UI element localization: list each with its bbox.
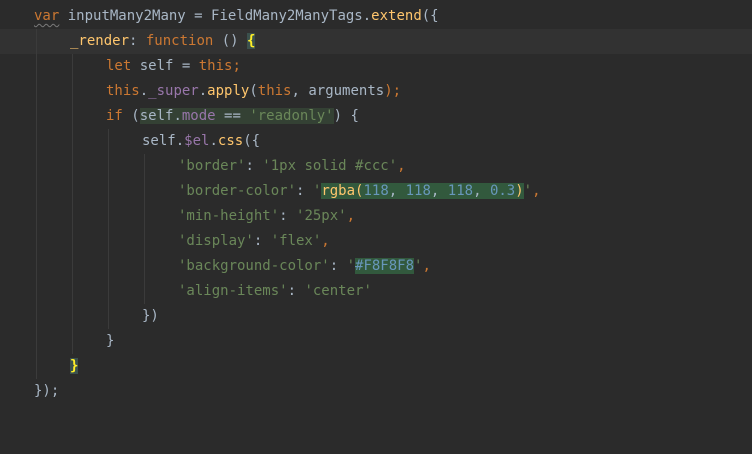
indent-guide bbox=[144, 229, 145, 254]
code-line[interactable]: }) bbox=[0, 304, 752, 329]
indent-guide bbox=[72, 104, 73, 129]
code-line[interactable]: 'background-color': '#F8F8F8', bbox=[0, 254, 752, 279]
code-line[interactable]: var inputMany2Many = FieldMany2ManyTags.… bbox=[0, 4, 752, 29]
indent-guide bbox=[144, 279, 145, 304]
indent-guide bbox=[72, 204, 73, 229]
indent-guide bbox=[144, 154, 145, 179]
code-text: }); bbox=[34, 383, 60, 399]
indent-guide bbox=[72, 179, 73, 204]
indent-guide bbox=[144, 204, 145, 229]
indent-guide bbox=[108, 179, 109, 204]
code-text: this._super.apply(this, arguments); bbox=[106, 83, 402, 99]
indent-guide bbox=[36, 29, 37, 54]
indent-guide bbox=[108, 154, 109, 179]
code-text: 'border': '1px solid #ccc', bbox=[178, 158, 406, 174]
indent-guide bbox=[36, 179, 37, 204]
code-line[interactable]: 'display': 'flex', bbox=[0, 229, 752, 254]
indent-guide bbox=[72, 304, 73, 329]
indent-guide bbox=[108, 254, 109, 279]
indent-guide bbox=[108, 304, 109, 329]
code-editor[interactable]: var inputMany2Many = FieldMany2ManyTags.… bbox=[0, 0, 752, 406]
indent-guide bbox=[36, 229, 37, 254]
code-line[interactable]: } bbox=[0, 354, 752, 379]
indent-guide bbox=[72, 54, 73, 79]
code-text: if (self.mode == 'readonly') { bbox=[106, 108, 359, 124]
code-line[interactable]: self.$el.css({ bbox=[0, 129, 752, 154]
code-text: 'min-height': '25px', bbox=[178, 208, 356, 224]
color-literal-highlight: #F8F8F8 bbox=[355, 258, 415, 274]
indent-guide bbox=[72, 254, 73, 279]
indent-guide bbox=[36, 304, 37, 329]
indent-guide bbox=[72, 229, 73, 254]
code-text: 'border-color': 'rgba(118, 118, 118, 0.3… bbox=[178, 183, 541, 199]
code-line[interactable]: 'border': '1px solid #ccc', bbox=[0, 154, 752, 179]
indent-guide bbox=[72, 329, 73, 354]
code-line[interactable]: this._super.apply(this, arguments); bbox=[0, 79, 752, 104]
indent-guide bbox=[36, 79, 37, 104]
indent-guide bbox=[72, 154, 73, 179]
code-line[interactable]: let self = this; bbox=[0, 54, 752, 79]
indent-guide bbox=[36, 329, 37, 354]
indent-guide bbox=[108, 229, 109, 254]
code-text: } bbox=[106, 333, 115, 349]
code-line[interactable]: } bbox=[0, 329, 752, 354]
code-text: 'background-color': '#F8F8F8', bbox=[178, 258, 431, 274]
matched-brace: } bbox=[70, 358, 79, 374]
indent-guide bbox=[36, 129, 37, 154]
indent-guide bbox=[72, 129, 73, 154]
indent-guide bbox=[36, 54, 37, 79]
code-text: self.$el.css({ bbox=[142, 133, 261, 149]
code-text: }) bbox=[142, 308, 159, 324]
code-text: var inputMany2Many = FieldMany2ManyTags.… bbox=[34, 8, 439, 24]
indent-guide bbox=[36, 204, 37, 229]
code-text: } bbox=[70, 354, 79, 379]
code-line[interactable]: 'align-items': 'center' bbox=[0, 279, 752, 304]
color-literal-highlight: rgba(118, 118, 118, 0.3) bbox=[321, 183, 524, 199]
matched-brace: { bbox=[247, 33, 256, 49]
indent-guide bbox=[144, 179, 145, 204]
code-line[interactable]: 'min-height': '25px', bbox=[0, 204, 752, 229]
code-text: _render: function () { bbox=[70, 33, 256, 49]
indent-guide bbox=[36, 254, 37, 279]
indent-guide bbox=[108, 279, 109, 304]
code-line[interactable]: 'border-color': 'rgba(118, 118, 118, 0.3… bbox=[0, 179, 752, 204]
indent-guide bbox=[108, 129, 109, 154]
indent-guide bbox=[108, 204, 109, 229]
code-text: let self = this; bbox=[106, 58, 241, 74]
code-line[interactable]: }); bbox=[0, 379, 752, 404]
inspection-highlight: self.mode == 'readonly' bbox=[139, 108, 334, 124]
code-line[interactable]: if (self.mode == 'readonly') { bbox=[0, 104, 752, 129]
code-text: 'display': 'flex', bbox=[178, 233, 330, 249]
indent-guide bbox=[72, 79, 73, 104]
indent-guide bbox=[36, 154, 37, 179]
indent-guide bbox=[36, 354, 37, 379]
indent-guide bbox=[144, 254, 145, 279]
indent-guide bbox=[36, 104, 37, 129]
indent-guide bbox=[72, 279, 73, 304]
indent-guide bbox=[36, 279, 37, 304]
code-text: 'align-items': 'center' bbox=[178, 283, 372, 299]
code-line-current[interactable]: _render: function () { bbox=[0, 29, 752, 54]
